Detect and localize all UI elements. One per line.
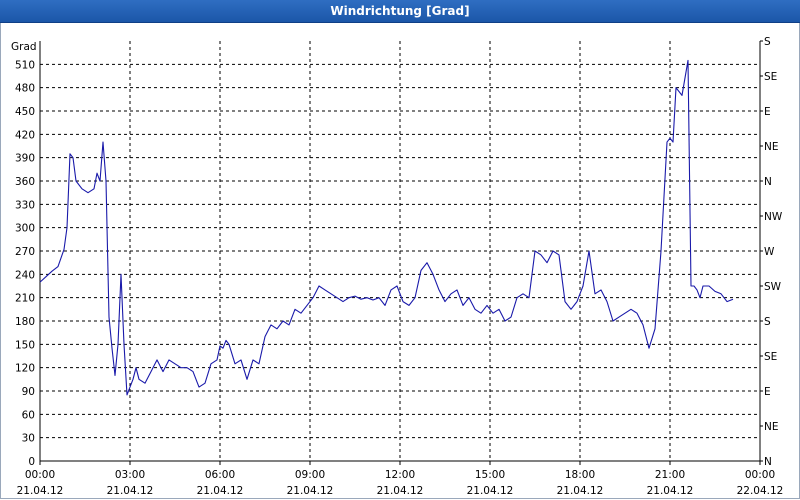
y-tick-label: 210 bbox=[15, 293, 35, 305]
y-tick-label: 0 bbox=[28, 456, 35, 468]
right-axis-label: E bbox=[764, 106, 771, 118]
right-axis-label: SW bbox=[764, 281, 782, 293]
y-tick-label: 390 bbox=[15, 153, 35, 165]
right-axis-label: E bbox=[764, 386, 771, 398]
right-axis-label: W bbox=[764, 246, 775, 258]
right-axis-label: N bbox=[764, 456, 772, 468]
x-tick-time: 21:00 bbox=[655, 469, 685, 481]
y-tick-label: 120 bbox=[15, 363, 35, 375]
y-tick-label: 450 bbox=[15, 106, 35, 118]
y-tick-label: 60 bbox=[22, 409, 35, 421]
y-tick-label: 360 bbox=[15, 176, 35, 188]
x-tick-time: 00:00 bbox=[25, 469, 55, 481]
x-tick-date: 21.04.12 bbox=[467, 485, 514, 497]
y-tick-label: 330 bbox=[15, 199, 35, 211]
x-tick-time: 06:00 bbox=[205, 469, 235, 481]
x-tick-date: 21.04.12 bbox=[197, 485, 244, 497]
right-axis-label: S bbox=[764, 36, 771, 48]
y-axis-unit: Grad bbox=[11, 41, 37, 53]
x-tick-time: 18:00 bbox=[565, 469, 595, 481]
y-tick-label: 90 bbox=[22, 386, 35, 398]
right-axis-label: NE bbox=[764, 141, 779, 153]
x-tick-time: 15:00 bbox=[475, 469, 505, 481]
y-tick-label: 420 bbox=[15, 129, 35, 141]
y-tick-label: 270 bbox=[15, 246, 35, 258]
x-tick-time: 12:00 bbox=[385, 469, 415, 481]
x-tick-date: 21.04.12 bbox=[557, 485, 604, 497]
right-axis-label: S bbox=[764, 316, 771, 328]
right-axis-label: N bbox=[764, 176, 772, 188]
right-axis-label: SE bbox=[764, 351, 777, 363]
right-axis-label: SE bbox=[764, 71, 777, 83]
y-tick-label: 30 bbox=[22, 433, 35, 445]
y-tick-label: 480 bbox=[15, 83, 35, 95]
right-axis-label: NE bbox=[764, 421, 779, 433]
x-tick-time: 09:00 bbox=[295, 469, 325, 481]
y-tick-label: 150 bbox=[15, 339, 35, 351]
x-tick-date: 21.04.12 bbox=[17, 485, 64, 497]
x-tick-date: 22.04.12 bbox=[737, 485, 784, 497]
y-tick-label: 240 bbox=[15, 269, 35, 281]
y-tick-label: 180 bbox=[15, 316, 35, 328]
x-tick-date: 21.04.12 bbox=[377, 485, 424, 497]
x-tick-date: 21.04.12 bbox=[647, 485, 694, 497]
x-tick-date: 21.04.12 bbox=[107, 485, 154, 497]
x-tick-date: 21.04.12 bbox=[287, 485, 334, 497]
x-tick-time: 00:00 bbox=[745, 469, 775, 481]
x-tick-time: 03:00 bbox=[115, 469, 145, 481]
right-axis-label: NW bbox=[764, 211, 783, 223]
y-tick-label: 300 bbox=[15, 223, 35, 235]
y-tick-label: 510 bbox=[15, 59, 35, 71]
line-chart: 0 30 60 90 120 150 180 210 240 270 300 330 360 390 420… bbox=[11, 36, 784, 497]
